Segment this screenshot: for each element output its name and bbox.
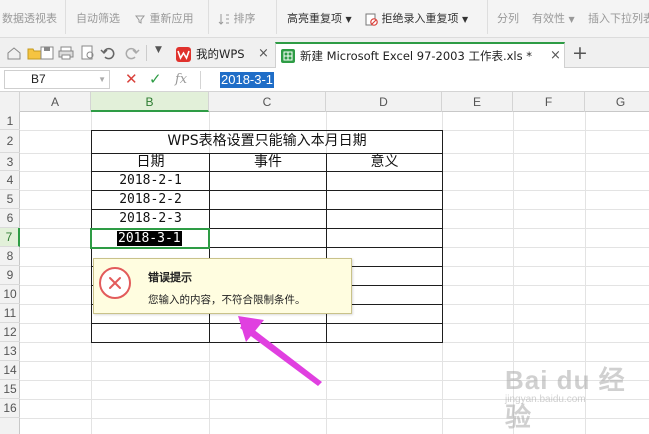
error-message: 您输入的内容，不符合限制条件。	[148, 294, 306, 306]
column-header-d[interactable]: D	[326, 92, 442, 112]
reject-duplicates-icon	[365, 13, 378, 26]
error-tooltip: 错误提示 您输入的内容，不符合限制条件。	[93, 258, 352, 314]
highlight-duplicates-label: 高亮重复项	[287, 12, 342, 25]
row-header-13[interactable]: 13	[0, 342, 20, 361]
column-header-a[interactable]: A	[20, 92, 91, 112]
reapply-button[interactable]: 重新应用	[134, 10, 194, 28]
row-header-3[interactable]: 3	[0, 153, 20, 171]
row-header-7[interactable]: 7	[0, 228, 20, 247]
dropdown-arrow-icon: ▼	[568, 15, 575, 24]
row-header-11[interactable]: 11	[0, 304, 20, 323]
print-preview-icon[interactable]	[80, 45, 96, 61]
column-header-e[interactable]: E	[442, 92, 513, 112]
header-date[interactable]: 日期	[92, 154, 209, 171]
print-icon[interactable]	[58, 45, 74, 61]
row-header-16[interactable]: 16	[0, 399, 20, 418]
row-header-4[interactable]: 4	[0, 171, 20, 190]
date-cell[interactable]: 2018-2-3	[92, 210, 209, 228]
row-header-10[interactable]: 10	[0, 285, 20, 304]
tab-my-wps-label: 我的WPS	[196, 47, 245, 61]
tab-excel-file-label: 新建 Microsoft Excel 97-2003 工作表.xls *	[300, 49, 533, 63]
header-event[interactable]: 事件	[210, 154, 326, 171]
redo-icon[interactable]	[124, 45, 140, 61]
date-cell[interactable]: 2018-2-1	[92, 172, 209, 190]
name-box-value: B7	[31, 72, 46, 86]
annotation-arrow-icon	[238, 316, 322, 386]
row-header-2[interactable]: 2	[0, 130, 20, 153]
undo-icon[interactable]	[100, 45, 116, 61]
ribbon-toolbar: 数据透视表 自动筛选 重新应用 排序 高亮重复项 ▼ 拒绝录入重复项 ▼ 分列 …	[0, 0, 649, 38]
ribbon-separator	[276, 0, 277, 34]
table-border	[442, 130, 443, 343]
row-header-12[interactable]: 12	[0, 323, 20, 342]
new-tab-button[interactable]: +	[572, 41, 588, 65]
reapply-label: 重新应用	[149, 12, 194, 25]
close-tab-icon[interactable]: ×	[258, 42, 269, 66]
spreadsheet-file-icon	[281, 49, 295, 63]
formula-bar: B7 ▼ ✕ ✓ fx 2018-3-1	[0, 68, 649, 92]
pivot-table-button[interactable]: 数据透视表	[2, 10, 57, 28]
formula-input[interactable]: 2018-3-1	[220, 72, 275, 88]
row-header-1[interactable]: 1	[0, 112, 20, 130]
column-header-b[interactable]: B	[91, 92, 209, 112]
ribbon-separator	[487, 0, 488, 34]
home-icon[interactable]	[6, 45, 22, 61]
reject-duplicates-label: 拒绝录入重复项	[381, 12, 459, 25]
row-header-column: 1 2 3 4 5 6 7 8 9 10 11 12 13 14 15 16	[0, 112, 20, 434]
auto-filter-button[interactable]: 自动筛选	[76, 10, 120, 28]
row-header-9[interactable]: 9	[0, 266, 20, 285]
column-header-f[interactable]: F	[513, 92, 585, 112]
select-all-corner[interactable]	[0, 92, 20, 112]
tab-my-wps[interactable]: 我的WPS ×	[170, 42, 272, 68]
row-header-15[interactable]: 15	[0, 380, 20, 399]
reject-duplicates-button[interactable]: 拒绝录入重复项 ▼	[365, 10, 468, 28]
reapply-icon	[135, 15, 145, 24]
tab-bar-separator	[146, 45, 147, 61]
insert-dropdown-list-button[interactable]: 插入下拉列表	[588, 10, 649, 28]
sort-label: 排序	[233, 12, 256, 25]
save-icon[interactable]	[39, 45, 55, 61]
ribbon-separator	[65, 0, 66, 34]
watermark-site: jingyan.baidu.com	[505, 394, 586, 405]
header-meaning[interactable]: 意义	[327, 154, 442, 171]
validation-button[interactable]: 有效性 ▼	[532, 10, 575, 28]
row-header-6[interactable]: 6	[0, 209, 20, 228]
insert-function-button[interactable]: fx	[175, 71, 187, 88]
validation-label: 有效性	[532, 12, 565, 25]
column-header-row: A B C D E F G	[0, 92, 649, 112]
formula-bar-separator	[200, 71, 201, 89]
tab-excel-file[interactable]: 新建 Microsoft Excel 97-2003 工作表.xls * ×	[275, 42, 565, 68]
row-header-5[interactable]: 5	[0, 190, 20, 209]
editing-cell-value[interactable]: 2018-3-1	[117, 231, 182, 246]
date-cell[interactable]: 2018-2-2	[92, 191, 209, 209]
table-title[interactable]: WPS表格设置只能输入本月日期	[92, 130, 442, 153]
document-tab-bar: ▼ 我的WPS × 新建 Microsoft Excel 97-2003 工作表…	[0, 38, 649, 68]
sort-button[interactable]: 排序	[218, 10, 256, 28]
confirm-entry-icon[interactable]: ✓	[149, 71, 162, 88]
watermark: Bai du 经验 jingyan.baidu.com	[495, 360, 645, 432]
dropdown-arrow-icon: ▼	[345, 15, 352, 24]
wps-logo-icon	[176, 47, 191, 62]
error-title: 错误提示	[148, 271, 192, 284]
row-header-8[interactable]: 8	[0, 247, 20, 266]
quick-access-dropdown-icon[interactable]: ▼	[155, 45, 162, 55]
name-box[interactable]: B7 ▼	[4, 70, 110, 89]
cancel-entry-icon[interactable]: ✕	[125, 71, 138, 88]
name-box-dropdown-icon[interactable]: ▼	[98, 71, 106, 88]
error-icon	[99, 267, 131, 299]
dropdown-arrow-icon: ▼	[462, 15, 469, 24]
sort-icon	[218, 14, 229, 25]
column-header-g[interactable]: G	[585, 92, 649, 112]
row-header-14[interactable]: 14	[0, 361, 20, 380]
close-tab-icon[interactable]: ×	[550, 44, 561, 68]
column-header-c[interactable]: C	[209, 92, 326, 112]
text-to-columns-button[interactable]: 分列	[497, 10, 519, 28]
highlight-duplicates-button[interactable]: 高亮重复项 ▼	[287, 10, 352, 28]
ribbon-separator	[208, 0, 209, 34]
